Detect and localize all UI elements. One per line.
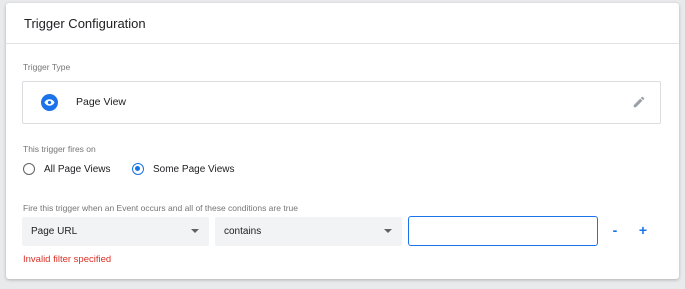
add-condition-button[interactable]: + xyxy=(634,221,652,239)
trigger-type-name: Page View xyxy=(76,96,127,108)
trigger-type-label: Trigger Type xyxy=(23,62,71,72)
operator-select-value: contains xyxy=(224,226,262,237)
trigger-configuration-card: Trigger Configuration Trigger Type Page … xyxy=(6,3,679,279)
card-title: Trigger Configuration xyxy=(6,3,679,44)
dropdown-arrow-icon xyxy=(191,229,199,233)
conditions-label: Fire this trigger when an Event occurs a… xyxy=(23,203,298,213)
radio-label-some: Some Page Views xyxy=(153,163,235,175)
radio-button-checked[interactable] xyxy=(132,163,144,175)
operator-select[interactable]: contains xyxy=(215,217,402,246)
radio-button-unchecked[interactable] xyxy=(23,163,35,175)
dropdown-arrow-icon xyxy=(384,229,392,233)
trigger-type-selector[interactable]: Page View xyxy=(22,81,661,124)
variable-select-value: Page URL xyxy=(31,226,78,237)
condition-value-input[interactable] xyxy=(408,216,598,246)
variable-select[interactable]: Page URL xyxy=(22,217,209,246)
remove-condition-button[interactable]: - xyxy=(606,221,624,239)
radio-label-all: All Page Views xyxy=(44,163,111,175)
error-message: Invalid filter specified xyxy=(23,254,112,265)
radio-all-page-views[interactable]: All Page Views xyxy=(23,163,111,175)
eye-icon xyxy=(41,94,58,111)
radio-some-page-views[interactable]: Some Page Views xyxy=(132,163,235,175)
pencil-icon[interactable] xyxy=(632,95,646,109)
fires-on-label: This trigger fires on xyxy=(23,144,96,154)
